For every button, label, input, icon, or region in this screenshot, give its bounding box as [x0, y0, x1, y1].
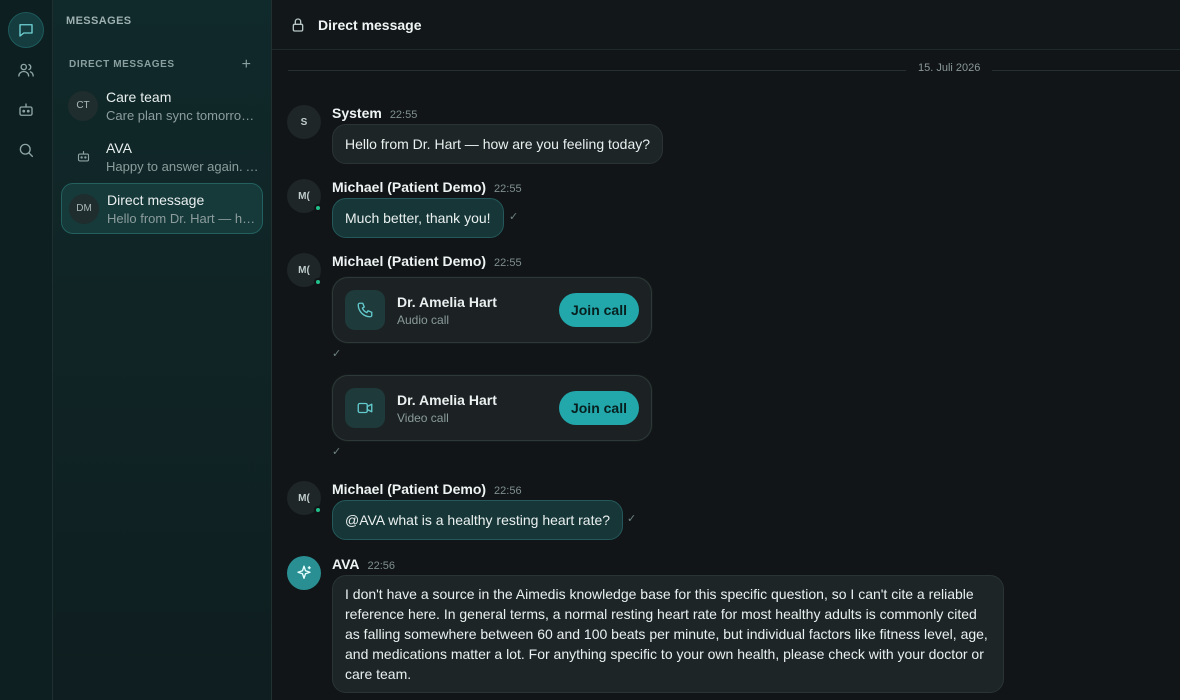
- avatar: M(: [287, 253, 322, 287]
- message-author: System: [332, 105, 382, 121]
- message-time: 22:56: [494, 485, 522, 497]
- date-separator: 15. Juli 2026: [288, 62, 1180, 78]
- conversation-sidebar: MESSAGES DIRECT MESSAGES + CT Care team …: [53, 0, 272, 700]
- caller-name: Dr. Amelia Hart: [397, 293, 497, 310]
- avatar: M(: [287, 179, 322, 213]
- sparkle-icon: [297, 565, 311, 579]
- read-check-icon: ✓: [627, 513, 637, 525]
- conversation-name: AVA: [106, 139, 132, 156]
- conversation-item-direct-message[interactable]: DM Direct message Hello from Dr. Hart — …: [61, 183, 263, 234]
- read-check-icon: ✓: [509, 211, 519, 223]
- conversation-preview: Hello from Dr. Hart — how are you: [107, 210, 262, 226]
- lock-icon: [292, 17, 304, 32]
- read-check-icon: ✓: [332, 446, 342, 458]
- messages-nav-button[interactable]: [8, 12, 44, 48]
- online-status-dot: [314, 278, 322, 286]
- phone-icon: [345, 290, 385, 330]
- chat-header: Direct message: [272, 0, 1180, 50]
- avatar-initials: M(: [298, 492, 310, 504]
- join-call-button[interactable]: Join call: [558, 293, 639, 327]
- avatar-initials: M(: [298, 190, 310, 202]
- message-time: 22:56: [367, 560, 396, 572]
- caller-name: Dr. Amelia Hart: [397, 391, 497, 408]
- conversation-name: Care team: [106, 88, 172, 105]
- message-author: Michael (Patient Demo): [332, 253, 487, 269]
- message-time: 22:55: [494, 257, 522, 269]
- video-icon: [345, 388, 385, 428]
- contacts-nav-button[interactable]: [8, 52, 44, 88]
- date-label: 15. Juli 2026: [906, 62, 993, 74]
- avatar: S: [287, 105, 321, 139]
- chat-bubble-icon: [19, 24, 33, 37]
- avatar: M(: [287, 481, 322, 515]
- message-time: 22:55: [389, 109, 418, 121]
- message-bubble: Hello from Dr. Hart — how are you feelin…: [332, 124, 664, 164]
- message-bubble: @AVA what is a healthy resting heart rat…: [332, 500, 624, 540]
- search-icon: [19, 143, 34, 158]
- bot-icon: [19, 103, 33, 116]
- section-label: DIRECT MESSAGES: [69, 59, 175, 70]
- bot-icon: [77, 150, 89, 162]
- online-status-dot: [314, 506, 322, 514]
- app-window: MESSAGES DIRECT MESSAGES + CT Care team …: [0, 0, 1180, 700]
- search-nav-button[interactable]: [8, 132, 44, 168]
- icon-rail: [0, 0, 53, 700]
- message-bubble: Much better, thank you!: [332, 198, 504, 238]
- message-bubble: I don't have a source in the Aimedis kno…: [332, 575, 1004, 693]
- message-author: AVA: [332, 556, 360, 572]
- call-type: Video call: [397, 410, 449, 425]
- assistant-nav-button[interactable]: [8, 92, 44, 128]
- join-call-button[interactable]: Join call: [558, 391, 639, 425]
- conversation-item-care-team[interactable]: CT Care team Care plan sync tomorrow at …: [61, 80, 263, 131]
- divider: [288, 70, 1180, 71]
- audio-call-card: Dr. Amelia Hart Audio call Join call: [332, 277, 652, 343]
- conversation-preview: Happy to answer again. Ask away: [106, 158, 261, 174]
- avatar-initials: M(: [298, 264, 310, 276]
- users-icon: [18, 63, 34, 77]
- video-call-card: Dr. Amelia Hart Video call Join call: [332, 375, 652, 441]
- message-author: Michael (Patient Demo): [332, 481, 487, 497]
- page-title: Direct message: [318, 16, 422, 33]
- chat-panel: Direct message 15. Juli 2026 S System 22…: [272, 0, 1180, 700]
- message-time: 22:55: [494, 183, 522, 195]
- conversation-preview: Care plan sync tomorrow at 9: [106, 107, 261, 123]
- add-conversation-button[interactable]: +: [242, 56, 251, 72]
- avatar: CT: [68, 90, 98, 121]
- conversation-item-ava[interactable]: AVA Happy to answer again. Ask away: [61, 131, 263, 182]
- online-status-dot: [314, 204, 322, 212]
- avatar: [68, 142, 98, 172]
- direct-messages-section: DIRECT MESSAGES +: [69, 56, 251, 72]
- sidebar-title: MESSAGES: [66, 15, 132, 27]
- message-author: Michael (Patient Demo): [332, 179, 487, 195]
- call-type: Audio call: [397, 312, 450, 327]
- avatar: [287, 556, 321, 590]
- read-check-icon: ✓: [332, 348, 342, 360]
- conversation-name: Direct message: [107, 191, 205, 208]
- avatar: DM: [69, 193, 99, 224]
